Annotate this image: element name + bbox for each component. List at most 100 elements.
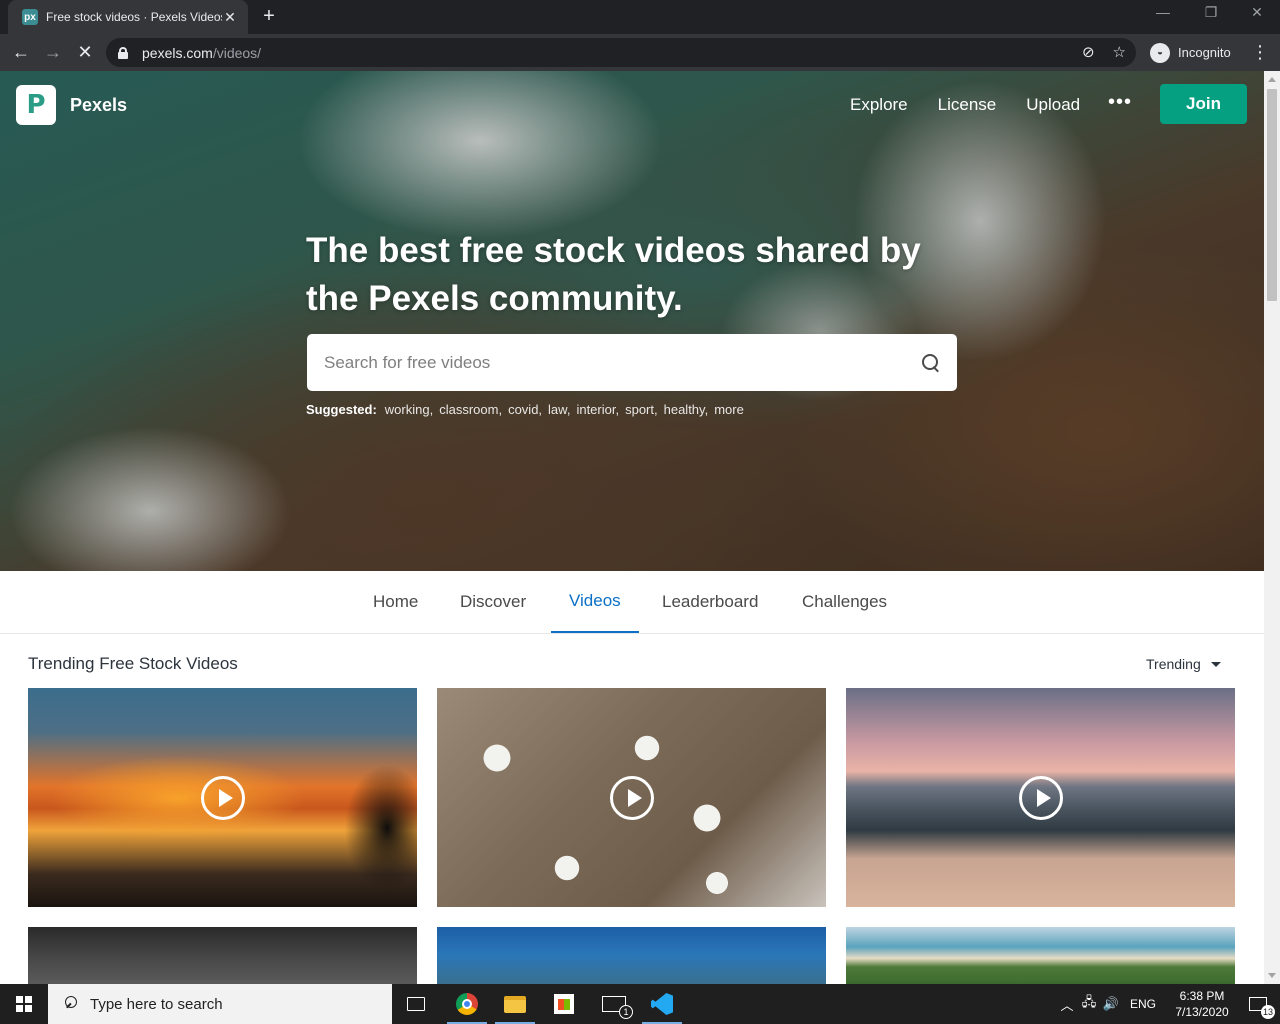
section-title: Trending Free Stock Videos [28, 654, 238, 673]
network-icon[interactable]: 🖧 [1078, 993, 1100, 1015]
tab-close-icon[interactable]: ✕ [222, 9, 238, 26]
incognito-profile-button[interactable]: ◒ Incognito [1146, 40, 1239, 65]
task-view-button[interactable] [392, 984, 440, 1024]
system-tray: ︿ 🖧 🔊 ENG 6:38 PM 7/13/2020 [1056, 984, 1238, 1024]
store-icon [554, 994, 574, 1014]
chrome-icon [456, 993, 478, 1015]
suggested-tag-working[interactable]: working, [385, 402, 433, 417]
vscode-icon [651, 993, 673, 1015]
mail-badge: 1 [619, 1005, 633, 1019]
scroll-up-icon[interactable] [1268, 77, 1276, 82]
suggested-label: Suggested: [306, 402, 377, 417]
input-language[interactable]: ENG [1130, 997, 1156, 1011]
scrollbar-thumb[interactable] [1267, 89, 1277, 301]
chevron-down-icon [1210, 661, 1221, 667]
play-icon[interactable] [1018, 775, 1063, 820]
browser-toolbar: ← → ✕ pexels.com/videos/ ⊘ ☆ ◒ Incognito… [0, 34, 1280, 71]
pexels-logo-icon: P [26, 90, 46, 120]
tab-leaderboard[interactable]: Leaderboard [644, 571, 776, 633]
suggested-searches: Suggested: working, classroom, covid, la… [306, 402, 744, 417]
notification-count: 13 [1261, 1005, 1275, 1019]
taskbar-vscode[interactable] [638, 984, 686, 1024]
suggested-tag-sport[interactable]: sport, [625, 402, 658, 417]
play-icon[interactable] [609, 775, 654, 820]
nav-license[interactable]: License [938, 95, 997, 115]
start-button[interactable] [0, 984, 48, 1024]
browser-menu-icon[interactable]: ⋮ [1250, 42, 1270, 63]
search-input[interactable] [324, 352, 921, 373]
hero-banner: P Pexels Explore License Upload ••• Join… [0, 71, 1264, 571]
close-window-button[interactable]: ✕ [1242, 4, 1272, 21]
play-icon[interactable] [200, 775, 245, 820]
video-card-sunset-beach[interactable] [28, 688, 417, 907]
video-card-dinner-table[interactable] [437, 688, 826, 907]
taskbar-mail[interactable]: 1 [590, 984, 638, 1024]
url-host: pexels.com [142, 44, 213, 61]
back-button[interactable]: ← [8, 40, 34, 66]
url-path: /videos/ [212, 44, 262, 61]
taskbar-chrome[interactable] [443, 984, 491, 1024]
mail-icon: 1 [602, 996, 633, 1019]
section-tabs: Home Discover Videos Leaderboard Challen… [0, 571, 1264, 634]
sort-label: Trending [1146, 656, 1201, 672]
search-icon[interactable] [921, 353, 941, 373]
windows-taskbar: Type here to search 1 ︿ 🖧 🔊 ENG 6:38 PM … [0, 984, 1280, 1024]
new-tab-button[interactable]: + [258, 6, 280, 28]
tracking-blocked-eye-icon[interactable]: ⊘ [1082, 43, 1095, 61]
folder-icon [504, 995, 526, 1013]
suggested-tag-healthy[interactable]: healthy, [664, 402, 709, 417]
join-button[interactable]: Join [1160, 84, 1247, 124]
brand-name[interactable]: Pexels [70, 95, 127, 116]
search-icon [62, 996, 78, 1012]
scroll-down-icon[interactable] [1268, 973, 1276, 978]
video-card-aerial-coast[interactable] [846, 927, 1235, 984]
tab-title: Free stock videos · Pexels Videos [46, 10, 222, 24]
nav-explore[interactable]: Explore [850, 95, 908, 115]
video-card-dark-portrait[interactable] [28, 927, 417, 984]
suggested-tag-interior[interactable]: interior, [576, 402, 619, 417]
tab-discover[interactable]: Discover [442, 571, 544, 633]
stop-loading-button[interactable]: ✕ [72, 40, 98, 66]
bookmark-star-icon[interactable]: ☆ [1113, 43, 1126, 61]
volume-icon[interactable]: 🔊 [1100, 996, 1122, 1012]
incognito-icon: ◒ [1150, 42, 1170, 63]
video-card-woman-on-beach[interactable] [846, 688, 1235, 907]
maximize-window-button[interactable]: ❐ [1196, 4, 1226, 21]
suggested-tag-more[interactable]: more [714, 402, 744, 417]
incognito-label: Incognito [1178, 45, 1231, 60]
top-navigation: Explore License Upload [850, 95, 1080, 115]
pexels-favicon-icon: px [22, 9, 38, 25]
lock-icon[interactable] [118, 46, 128, 59]
clock[interactable]: 6:38 PM 7/13/2020 [1166, 988, 1238, 1020]
notification-icon: 13 [1249, 997, 1275, 1019]
url-text[interactable]: pexels.com/videos/ [142, 45, 261, 61]
page-scrollbar[interactable] [1264, 71, 1280, 984]
more-options-icon[interactable]: ••• [1108, 91, 1132, 114]
tab-videos[interactable]: Videos [551, 571, 639, 633]
tab-challenges[interactable]: Challenges [784, 571, 905, 633]
browser-tab[interactable]: px Free stock videos · Pexels Videos ✕ [8, 0, 248, 34]
video-card-coral-reef[interactable] [437, 927, 826, 984]
taskbar-file-explorer[interactable] [491, 984, 539, 1024]
clock-time: 6:38 PM [1179, 989, 1225, 1003]
forward-button[interactable]: → [40, 40, 66, 66]
clock-date: 7/13/2020 [1175, 1005, 1229, 1019]
minimize-window-button[interactable]: — [1148, 4, 1178, 20]
taskbar-store[interactable] [540, 984, 588, 1024]
address-bar[interactable]: pexels.com/videos/ ⊘ ☆ [106, 38, 1136, 67]
taskbar-search-placeholder: Type here to search [90, 995, 223, 1013]
pexels-logo[interactable]: P [16, 85, 56, 125]
search-box[interactable] [307, 334, 957, 391]
sort-dropdown[interactable]: Trending [1146, 656, 1221, 672]
action-center-button[interactable]: 13 [1236, 984, 1280, 1024]
suggested-tag-law[interactable]: law, [548, 402, 570, 417]
suggested-tag-classroom[interactable]: classroom, [439, 402, 502, 417]
taskbar-search[interactable]: Type here to search [48, 984, 392, 1024]
hero-title: The best free stock videos shared by the… [306, 231, 921, 318]
nav-upload[interactable]: Upload [1026, 95, 1080, 115]
tab-home[interactable]: Home [355, 571, 436, 633]
browser-tab-strip: px Free stock videos · Pexels Videos ✕ +… [0, 0, 1280, 34]
thumbnail-image [317, 748, 417, 907]
show-hidden-icons-chevron-icon[interactable]: ︿ [1056, 995, 1078, 1014]
suggested-tag-covid[interactable]: covid, [508, 402, 542, 417]
